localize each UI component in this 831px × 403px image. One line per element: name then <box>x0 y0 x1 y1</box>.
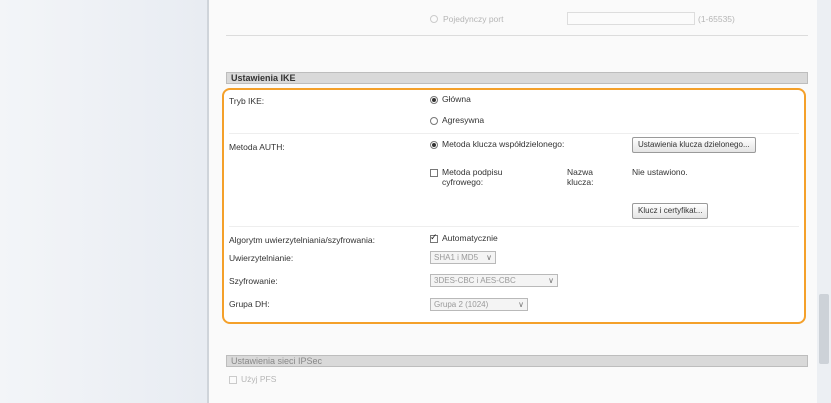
authentication-select[interactable]: SHA1 i MD5 ∨ <box>430 251 496 264</box>
auto-algorithm-checkbox[interactable] <box>430 232 438 243</box>
key-name-label-1: Nazwa <box>567 167 593 177</box>
pfs-checkbox[interactable] <box>229 375 237 384</box>
encryption-select[interactable]: 3DES-CBC i AES-CBC ∨ <box>430 274 558 287</box>
ike-mode-main-radio[interactable] <box>430 95 438 104</box>
ike-mode-main-label: Główna <box>442 94 471 104</box>
chevron-down-icon: ∨ <box>486 253 492 262</box>
auth-method-label: Metoda AUTH: <box>229 142 285 152</box>
single-port-label: Pojedynczy port <box>443 14 504 24</box>
signature-method-label-2: cyfrowego: <box>442 177 484 187</box>
auto-algorithm-option[interactable]: Automatycznie <box>430 232 498 243</box>
row-separator <box>229 226 799 227</box>
row-separator <box>229 133 799 134</box>
single-port-radio[interactable] <box>430 15 438 23</box>
signature-method-checkbox[interactable] <box>430 168 438 177</box>
psk-method-option[interactable]: Metoda klucza współdzielonego: <box>430 139 564 149</box>
port-range-hint: (1-65535) <box>698 14 735 24</box>
authentication-select-value: SHA1 i MD5 <box>434 253 479 262</box>
ike-mode-aggressive-label: Agresywna <box>442 115 485 125</box>
psk-method-radio[interactable] <box>430 140 438 149</box>
ike-section-header: Ustawienia IKE <box>226 72 808 84</box>
pfs-option[interactable]: Użyj PFS <box>229 374 276 384</box>
dh-group-select-value: Grupa 2 (1024) <box>434 300 489 309</box>
encryption-label: Szyfrowanie: <box>229 276 278 286</box>
auto-algorithm-label: Automatycznie <box>442 233 498 243</box>
key-and-certificate-button[interactable]: Klucz i certyfikat... <box>632 203 709 219</box>
psk-method-label: Metoda klucza współdzielonego: <box>442 139 565 149</box>
dh-group-label: Grupa DH: <box>229 299 270 309</box>
encryption-select-value: 3DES-CBC i AES-CBC <box>434 276 516 285</box>
signature-method-label-1: Metoda podpisu <box>442 167 503 177</box>
ipsec-section-header: Ustawienia sieci IPSec <box>226 355 808 367</box>
separator-line <box>226 35 808 36</box>
ike-mode-aggressive-option[interactable]: Agresywna <box>430 115 484 125</box>
key-name-value: Nie ustawiono. <box>632 167 688 177</box>
scrollbar-thumb[interactable] <box>819 294 829 364</box>
dh-group-select[interactable]: Grupa 2 (1024) ∨ <box>430 298 528 311</box>
ike-settings-highlight <box>222 88 806 324</box>
port-input[interactable] <box>567 12 695 25</box>
key-name-label-2: klucza: <box>567 177 594 187</box>
ike-mode-label: Tryb IKE: <box>229 96 265 106</box>
ike-mode-main-option[interactable]: Główna <box>430 94 471 104</box>
left-navigation-pane <box>0 0 207 403</box>
pfs-label: Użyj PFS <box>241 374 277 384</box>
chevron-down-icon: ∨ <box>548 276 554 285</box>
ike-mode-aggressive-radio[interactable] <box>430 116 438 125</box>
authentication-label: Uwierzytelnianie: <box>229 253 294 263</box>
algorithm-label: Algorytm uwierzytelniania/szyfrowania: <box>229 235 375 245</box>
chevron-down-icon: ∨ <box>518 300 524 309</box>
signature-method-option[interactable]: Metoda podpisu <box>430 167 503 177</box>
shared-key-settings-button[interactable]: Ustawienia klucza dzielonego... <box>632 137 756 153</box>
